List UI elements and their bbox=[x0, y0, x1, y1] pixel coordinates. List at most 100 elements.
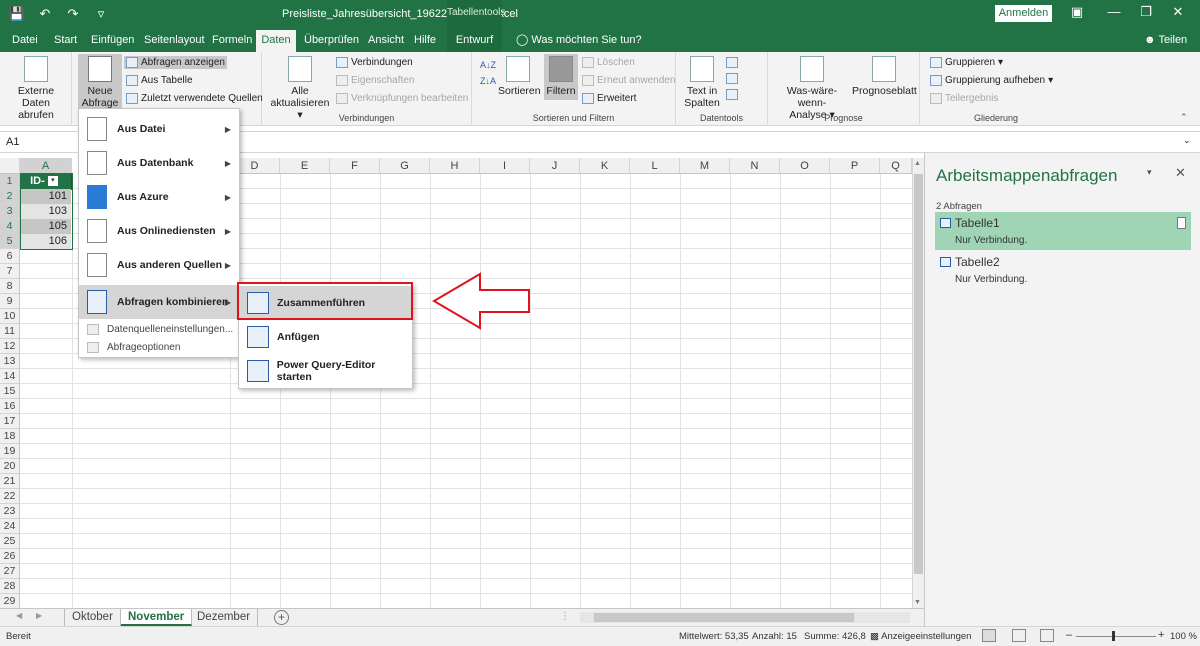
minimize-icon[interactable]: — bbox=[1104, 4, 1124, 19]
row-header[interactable]: 19 bbox=[0, 444, 20, 459]
tab-start[interactable]: Start bbox=[50, 30, 81, 52]
menu-anfuegen[interactable]: Anfügen bbox=[239, 320, 412, 354]
vertical-scrollbar[interactable]: ▲ ▼ bbox=[912, 158, 924, 608]
sheet-tab-dezember[interactable]: Dezember bbox=[190, 609, 259, 626]
row-header[interactable]: 24 bbox=[0, 519, 20, 534]
column-header-m[interactable]: M bbox=[680, 158, 730, 174]
column-header-q[interactable]: Q bbox=[880, 158, 912, 174]
tab-entwurf[interactable]: Entwurf bbox=[447, 30, 502, 52]
eigenschaften-button[interactable]: Eigenschaften bbox=[336, 75, 414, 86]
page-break-view-icon[interactable] bbox=[1040, 629, 1054, 642]
add-sheet-icon[interactable]: + bbox=[274, 610, 289, 625]
tab-formeln[interactable]: Formeln bbox=[208, 30, 256, 52]
menu-aus-anderen-quellen[interactable]: Aus anderen Quellen ▶ bbox=[79, 248, 239, 282]
loeschen-button[interactable]: Löschen bbox=[582, 57, 635, 68]
sign-in-button[interactable]: Anmelden bbox=[995, 5, 1052, 22]
alle-aktualisieren-button[interactable]: Alle aktualisieren ▾ bbox=[268, 56, 332, 121]
erneut-anwenden-button[interactable]: Erneut anwenden bbox=[582, 75, 675, 86]
tab-datei[interactable]: Datei bbox=[8, 30, 42, 52]
zoom-level[interactable]: 100 % bbox=[1170, 631, 1197, 642]
column-header-k[interactable]: K bbox=[580, 158, 630, 174]
verknuepfungen-button[interactable]: Verknüpfungen bearbeiten bbox=[336, 93, 468, 104]
normal-view-icon[interactable] bbox=[982, 629, 996, 642]
row-header[interactable]: 15 bbox=[0, 384, 20, 399]
zoom-slider-thumb[interactable] bbox=[1112, 631, 1115, 641]
row-header[interactable]: 2 bbox=[0, 189, 20, 204]
row-header[interactable]: 9 bbox=[0, 294, 20, 309]
teilergebnis-button[interactable]: Teilergebnis bbox=[930, 93, 998, 104]
column-header-g[interactable]: G bbox=[380, 158, 430, 174]
zoom-in-icon[interactable]: + bbox=[1158, 629, 1164, 641]
zuletzt-verwendete-button[interactable]: Zuletzt verwendete Quellen bbox=[126, 93, 263, 104]
sortieren-button[interactable]: Sortieren bbox=[498, 56, 541, 97]
name-box[interactable]: A1 bbox=[2, 134, 62, 151]
tell-me-box[interactable]: ◯ Was möchten Sie tun? bbox=[512, 30, 646, 52]
prognoseblatt-button[interactable]: Prognoseblatt bbox=[852, 56, 917, 97]
gruppierung-aufheben-button[interactable]: Gruppierung aufheben ▾ bbox=[930, 75, 1053, 86]
verbindungen-button[interactable]: Verbindungen bbox=[336, 57, 413, 68]
hscroll-thumb[interactable] bbox=[594, 613, 854, 622]
collapse-ribbon-icon[interactable]: ⌃ bbox=[1180, 112, 1188, 123]
row-header[interactable]: 6 bbox=[0, 249, 20, 264]
neue-abfrage-button[interactable]: NeueAbfrage ▾ bbox=[78, 54, 122, 121]
ribbon-display-options-icon[interactable]: ▣ bbox=[1067, 4, 1087, 20]
was-waere-wenn-button[interactable]: Was-wäre-wenn- Analyse ▾ bbox=[774, 56, 850, 121]
row-header[interactable]: 8 bbox=[0, 279, 20, 294]
tab-einfuegen[interactable]: Einfügen bbox=[87, 30, 138, 52]
column-header-h[interactable]: H bbox=[430, 158, 480, 174]
pane-options-icon[interactable]: ▾ bbox=[1147, 167, 1152, 178]
query-item-tabelle1[interactable]: Tabelle1 Nur Verbindung. bbox=[935, 212, 1191, 250]
page-layout-view-icon[interactable] bbox=[1012, 629, 1026, 642]
column-header-j[interactable]: J bbox=[530, 158, 580, 174]
sheet-next-icon[interactable]: ▶ bbox=[36, 611, 42, 620]
row-header[interactable]: 18 bbox=[0, 429, 20, 444]
menu-aus-onlinediensten[interactable]: Aus Onlinediensten ▶ bbox=[79, 214, 239, 248]
menu-abfrageoptionen[interactable]: Abfrageoptionen bbox=[79, 338, 239, 356]
zoom-slider[interactable] bbox=[1076, 636, 1156, 637]
menu-aus-datei[interactable]: Aus Datei ▶ bbox=[79, 112, 239, 146]
pane-close-icon[interactable]: ✕ bbox=[1175, 165, 1186, 181]
column-header-l[interactable]: L bbox=[630, 158, 680, 174]
column-header-e[interactable]: E bbox=[280, 158, 330, 174]
menu-aus-azure[interactable]: Aus Azure ▶ bbox=[79, 180, 239, 214]
row-header[interactable]: 20 bbox=[0, 459, 20, 474]
select-all-corner[interactable] bbox=[0, 158, 20, 174]
scroll-down-icon[interactable]: ▼ bbox=[914, 599, 921, 606]
tab-ansicht[interactable]: Ansicht bbox=[364, 30, 408, 52]
data-tools-small-icons[interactable] bbox=[726, 57, 738, 100]
sort-az-icon[interactable]: A↓Z Z↓A bbox=[480, 60, 496, 86]
erweitert-button[interactable]: Erweitert bbox=[582, 93, 636, 104]
row-header[interactable]: 1 bbox=[0, 174, 20, 189]
aus-tabelle-button[interactable]: Aus Tabelle bbox=[126, 75, 193, 86]
row-header[interactable]: 23 bbox=[0, 504, 20, 519]
row-header[interactable]: 10 bbox=[0, 309, 20, 324]
sheet-tab-november[interactable]: November bbox=[121, 609, 193, 626]
close-icon[interactable]: ✕ bbox=[1168, 4, 1188, 20]
expand-formula-icon[interactable]: ⌄ bbox=[1183, 135, 1191, 146]
column-header-o[interactable]: O bbox=[780, 158, 830, 174]
tab-ueberpruefen[interactable]: Überprüfen bbox=[300, 30, 363, 52]
column-header-p[interactable]: P bbox=[830, 158, 880, 174]
display-settings-button[interactable]: ▩ Anzeigeeinstellungen bbox=[870, 631, 971, 642]
row-header[interactable]: 25 bbox=[0, 534, 20, 549]
row-header[interactable]: 27 bbox=[0, 564, 20, 579]
row-header[interactable]: 29 bbox=[0, 594, 20, 608]
filtern-button[interactable]: Filtern bbox=[544, 54, 578, 100]
row-header[interactable]: 16 bbox=[0, 399, 20, 414]
menu-aus-datenbank[interactable]: Aus Datenbank ▶ bbox=[79, 146, 239, 180]
externe-daten-button[interactable]: Externe Daten abrufen bbox=[4, 56, 68, 121]
share-button[interactable]: ☻ Teilen bbox=[1140, 30, 1191, 52]
sheet-tab-oktober[interactable]: Oktober bbox=[64, 609, 121, 626]
gruppieren-button[interactable]: Gruppieren ▾ bbox=[930, 57, 1003, 68]
row-header[interactable]: 7 bbox=[0, 264, 20, 279]
row-header[interactable]: 13 bbox=[0, 354, 20, 369]
row-header[interactable]: 5 bbox=[0, 234, 20, 249]
column-header-a[interactable]: A bbox=[20, 158, 72, 174]
tab-splitter-icon[interactable]: ⋮ bbox=[560, 611, 570, 622]
peek-icon[interactable] bbox=[1177, 217, 1186, 229]
scroll-thumb[interactable] bbox=[914, 174, 923, 574]
row-header[interactable]: 26 bbox=[0, 549, 20, 564]
maximize-icon[interactable]: ❐ bbox=[1136, 4, 1156, 20]
row-header[interactable]: 3 bbox=[0, 204, 20, 219]
scroll-up-icon[interactable]: ▲ bbox=[914, 160, 921, 167]
